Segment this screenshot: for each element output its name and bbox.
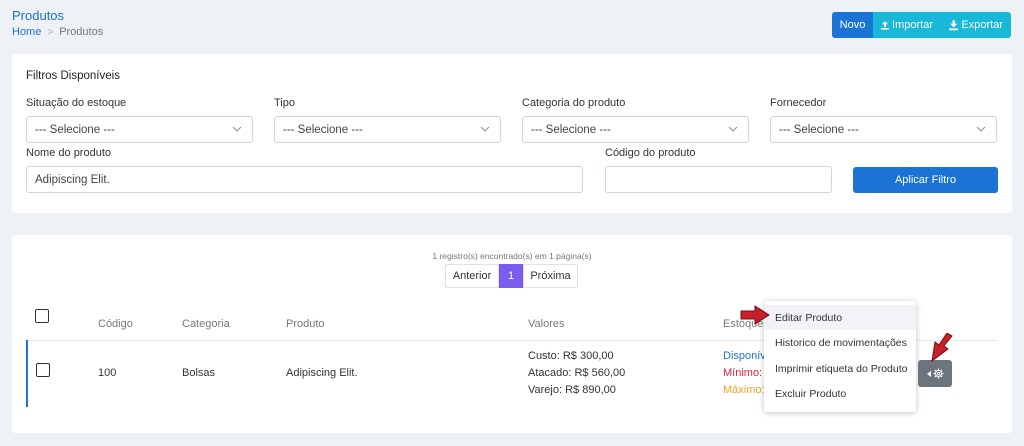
apply-filter-button[interactable]: Aplicar Filtro: [853, 167, 998, 193]
column-header-categoria: Categoria: [182, 318, 230, 330]
column-header-codigo: Código: [98, 318, 133, 330]
apply-filter-label: Aplicar Filtro: [894, 174, 957, 186]
upload-icon: [881, 20, 890, 30]
type-select[interactable]: --- Selecione ---: [274, 116, 501, 143]
pagination: Anterior 1 Próxima: [445, 264, 578, 288]
row-actions-menu: Editar Produto Historico de movimentaçõe…: [764, 301, 916, 412]
type-value: --- Selecione ---: [283, 123, 363, 136]
column-header-produto: Produto: [286, 318, 325, 330]
breadcrumb-current: Produtos: [59, 26, 104, 38]
new-button[interactable]: Novo: [832, 12, 873, 38]
breadcrumb-home[interactable]: Home: [12, 26, 41, 38]
row-checkbox[interactable]: [36, 363, 50, 377]
stock-status-value: --- Selecione ---: [35, 123, 115, 136]
product-name-value: Adipiscing Elit.: [35, 173, 110, 186]
annotation-arrow-right-icon: [740, 305, 770, 325]
chevron-down-icon: [976, 126, 986, 132]
chevron-down-icon: [480, 126, 490, 132]
cell-custo: Custo: R$ 300,00: [528, 350, 614, 362]
supplier-select[interactable]: --- Selecione ---: [770, 116, 997, 143]
cell-produto: Adipiscing Elit.: [286, 367, 358, 379]
menu-item-print-label[interactable]: Imprimir etiqueta do Produto: [764, 356, 916, 381]
row-accent-bar: [26, 340, 28, 407]
supplier-value: --- Selecione ---: [779, 123, 859, 136]
product-code-label: Código do produto: [605, 147, 696, 159]
category-select[interactable]: --- Selecione ---: [522, 116, 749, 143]
stock-status-select[interactable]: --- Selecione ---: [26, 116, 253, 143]
stock-status-label: Situação do estoque: [26, 97, 127, 109]
cell-categoria: Bolsas: [182, 367, 216, 379]
product-name-label: Nome do produto: [26, 147, 111, 159]
supplier-label: Fornecedor: [770, 97, 827, 109]
pagination-current-page[interactable]: 1: [499, 264, 523, 288]
category-label: Categoria do produto: [522, 97, 626, 109]
caret-left-icon: [926, 370, 931, 377]
pagination-next[interactable]: Próxima: [523, 264, 578, 288]
breadcrumb: Home > Produtos: [12, 26, 103, 38]
row-actions-button[interactable]: [918, 360, 952, 387]
cell-varejo: Varejo: R$ 890,00: [528, 384, 616, 396]
cell-atacado: Atacado: R$ 560,00: [528, 367, 626, 379]
import-button-label: Importar: [892, 19, 933, 31]
product-code-input[interactable]: [605, 166, 832, 193]
product-name-input[interactable]: Adipiscing Elit.: [26, 166, 583, 193]
annotation-arrow-down-left-icon: [931, 333, 953, 363]
records-info: 1 registro(s) encontrado(s) em 1 página(…: [432, 251, 592, 261]
export-button[interactable]: Exportar: [941, 12, 1011, 38]
type-label: Tipo: [274, 97, 295, 109]
export-button-label: Exportar: [961, 19, 1003, 31]
chevron-down-icon: [232, 126, 242, 132]
breadcrumb-separator: >: [47, 26, 54, 38]
download-icon: [949, 19, 959, 30]
gear-icon: [933, 368, 943, 379]
filters-panel: Filtros Disponíveis Situação do estoque …: [12, 54, 1012, 213]
cell-codigo: 100: [98, 367, 117, 379]
select-all-checkbox[interactable]: [35, 309, 49, 323]
filters-title: Filtros Disponíveis: [26, 70, 120, 82]
new-button-label: Novo: [839, 19, 866, 31]
top-actions: Novo Importar Exportar: [832, 12, 1011, 38]
pagination-previous[interactable]: Anterior: [445, 264, 499, 288]
category-value: --- Selecione ---: [531, 123, 611, 136]
chevron-down-icon: [728, 126, 738, 132]
column-header-valores: Valores: [528, 318, 565, 330]
page-title: Produtos: [12, 8, 65, 23]
menu-item-edit-product[interactable]: Editar Produto: [764, 305, 916, 330]
menu-item-stock-history[interactable]: Historico de movimentações: [764, 330, 916, 355]
import-button[interactable]: Importar: [873, 12, 941, 38]
menu-item-delete-product[interactable]: Excluir Produto: [764, 381, 916, 406]
